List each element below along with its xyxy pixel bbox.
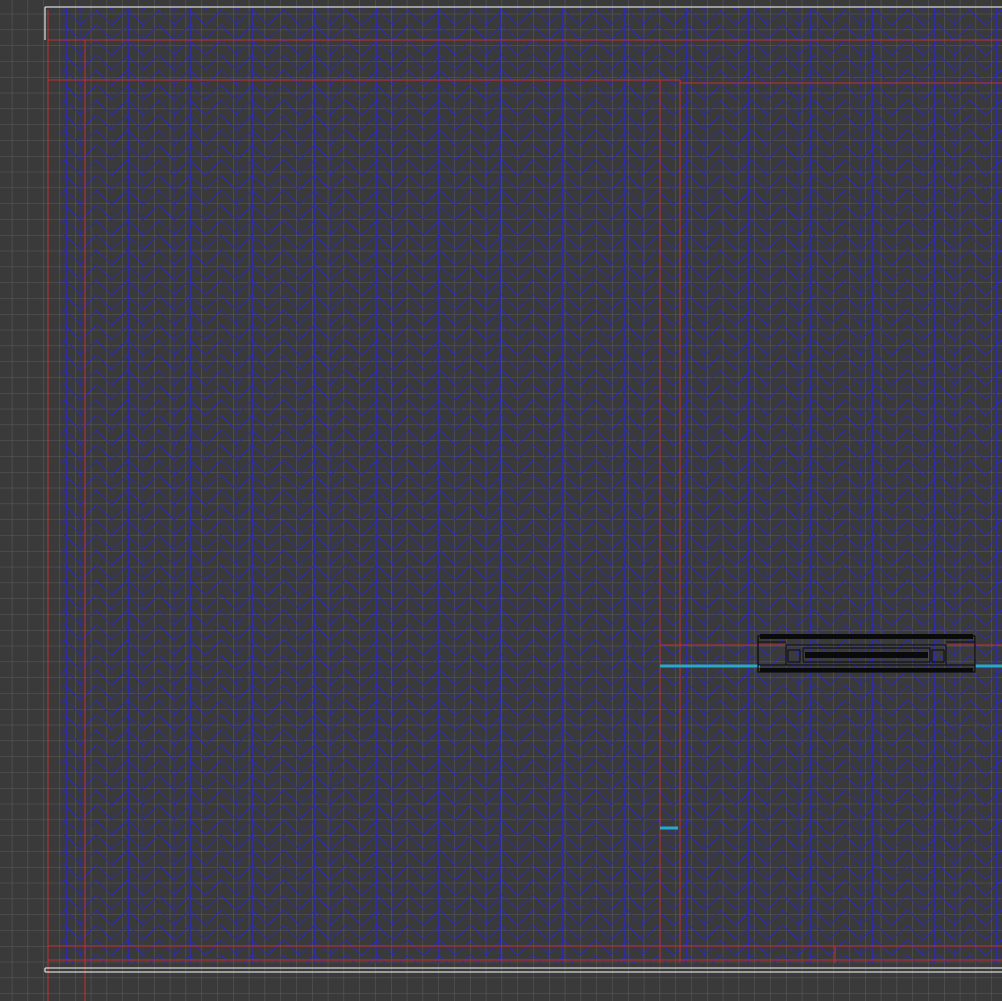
- room-floor-hatch[interactable]: [62, 8, 1002, 963]
- cad-viewport[interactable]: [0, 0, 1002, 1001]
- cad-drawing-canvas[interactable]: [0, 0, 1002, 1001]
